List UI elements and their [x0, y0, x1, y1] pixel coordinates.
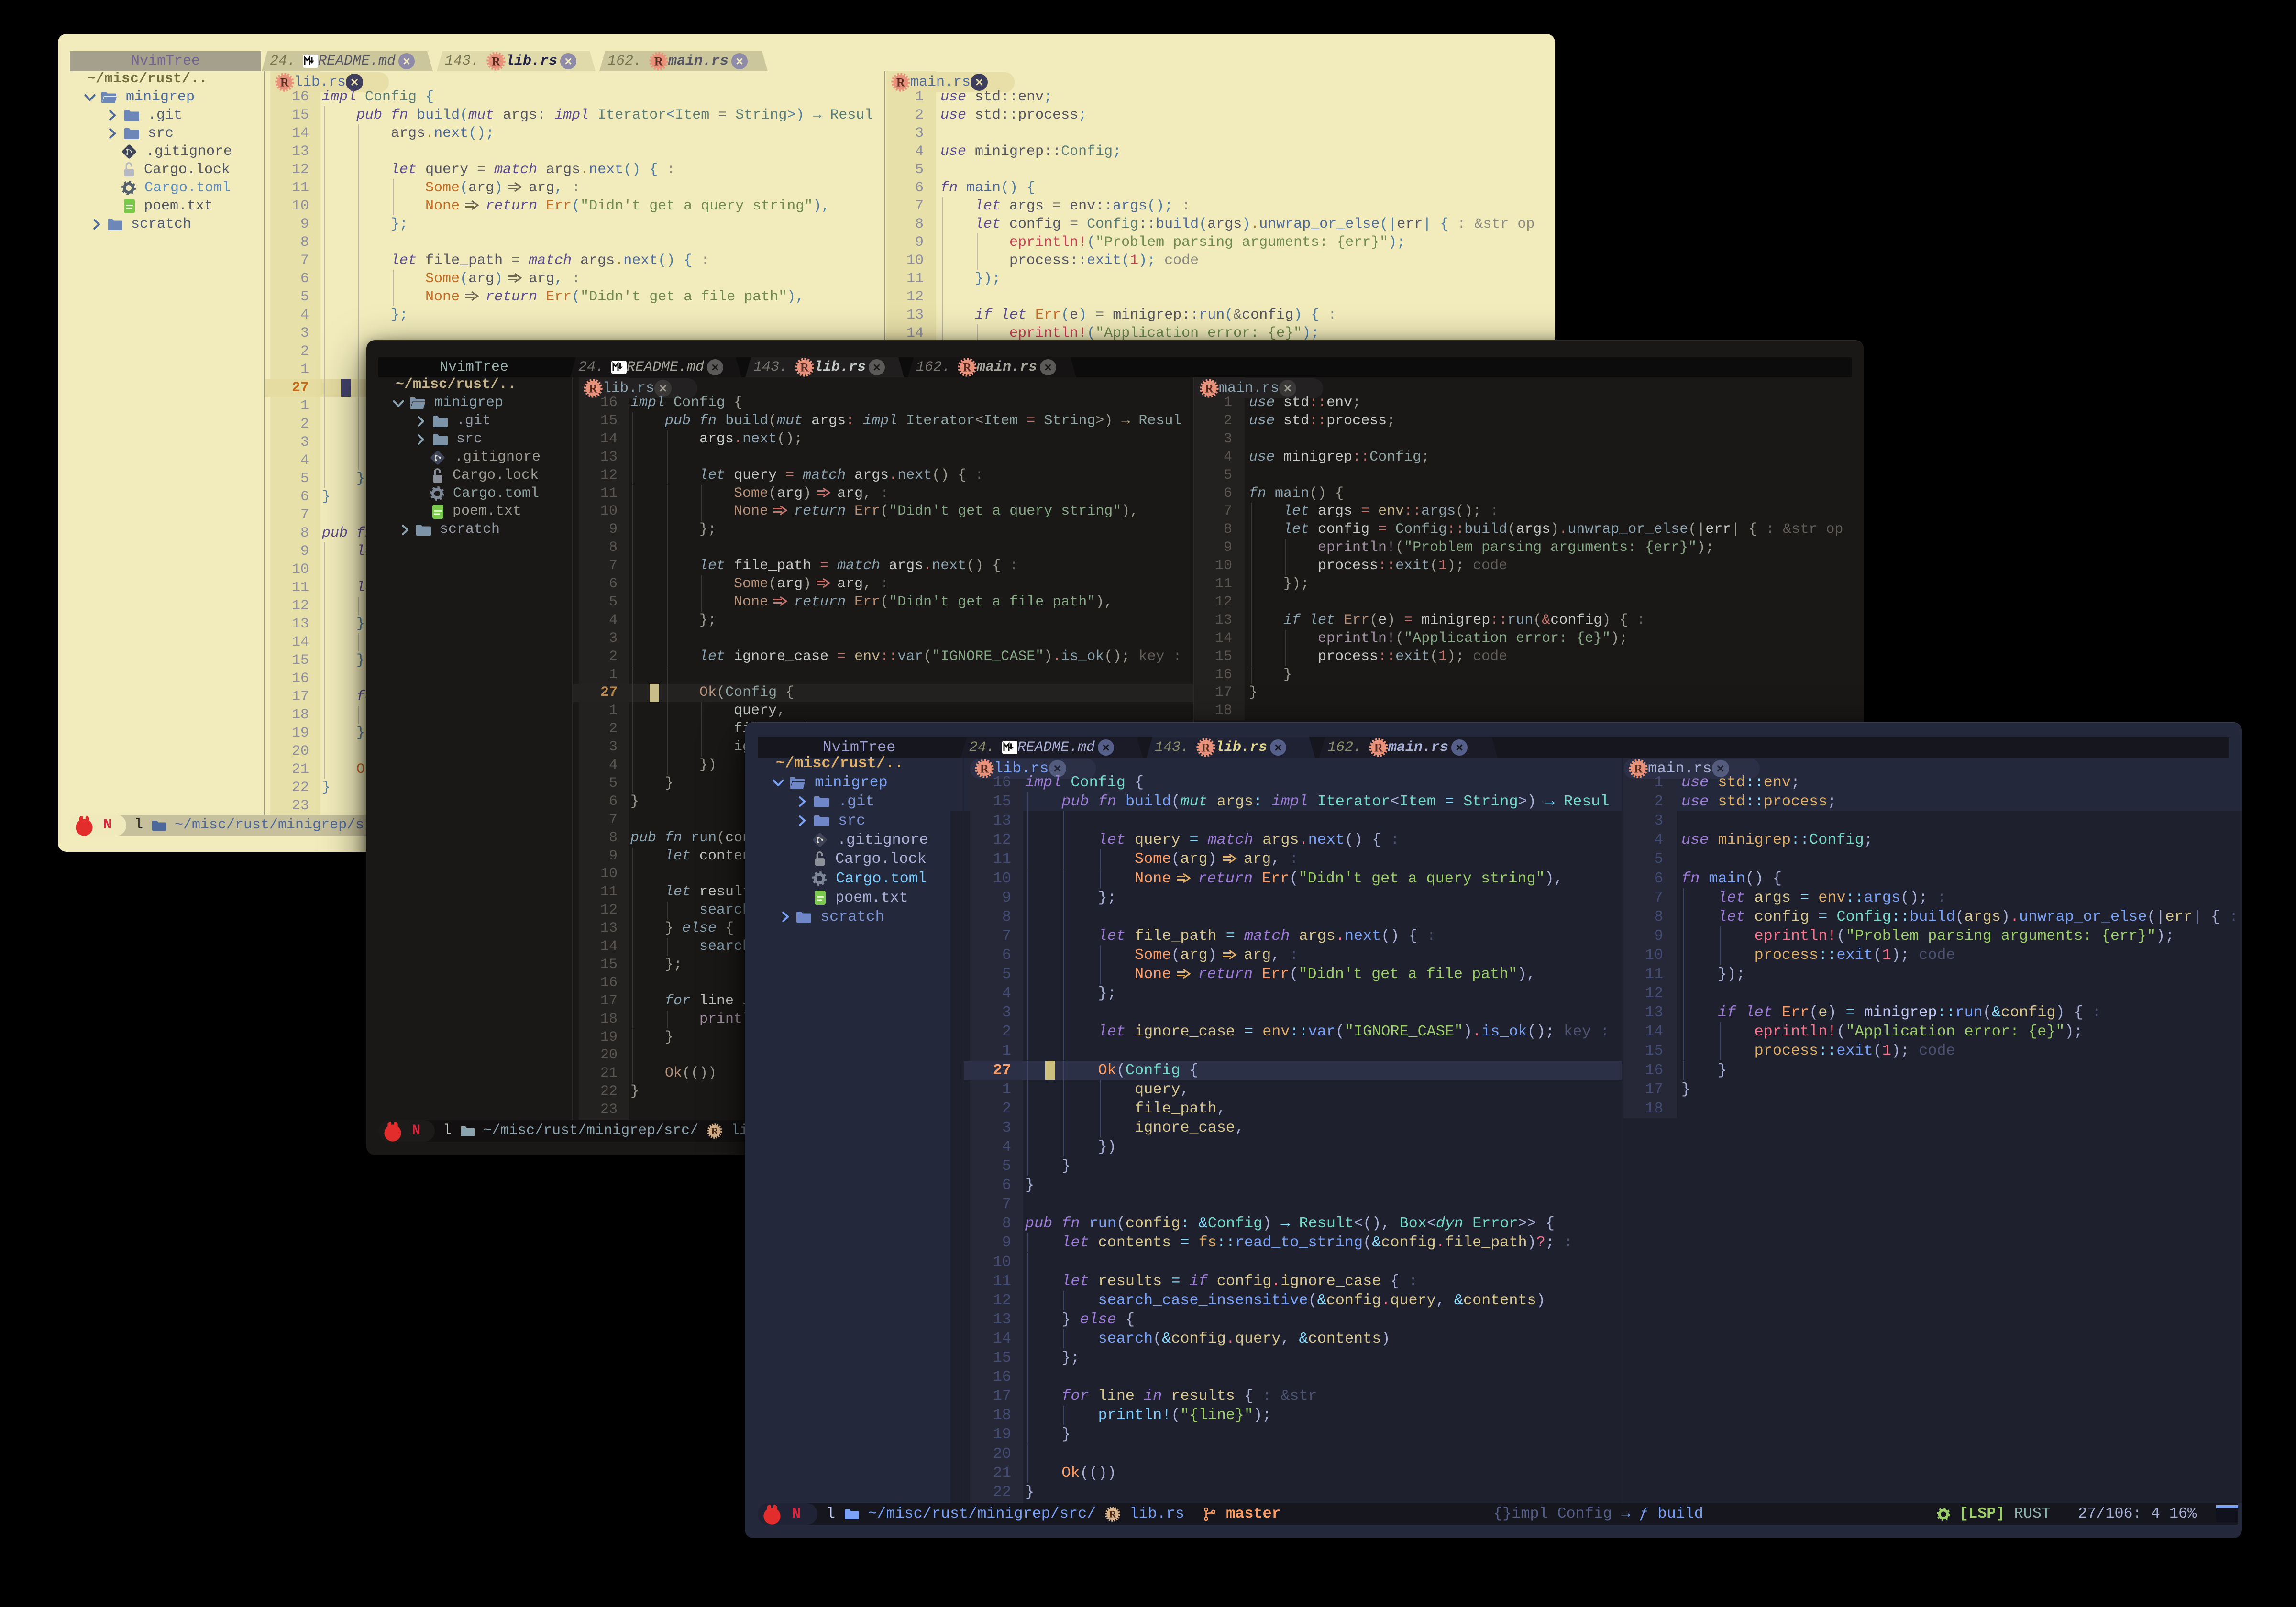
svg-text:R: R	[1374, 741, 1383, 754]
svg-text:R: R	[711, 1126, 718, 1136]
svg-text:R: R	[896, 76, 905, 89]
svg-text:R: R	[589, 382, 598, 395]
svg-text:R: R	[1109, 1509, 1116, 1519]
svg-text:R: R	[963, 361, 972, 374]
svg-text:R: R	[280, 76, 289, 89]
svg-text:R: R	[1202, 741, 1211, 754]
svg-text:R: R	[492, 55, 501, 68]
svg-text:R: R	[654, 55, 663, 68]
svg-text:R: R	[1205, 382, 1214, 395]
svg-text:R: R	[800, 361, 809, 374]
